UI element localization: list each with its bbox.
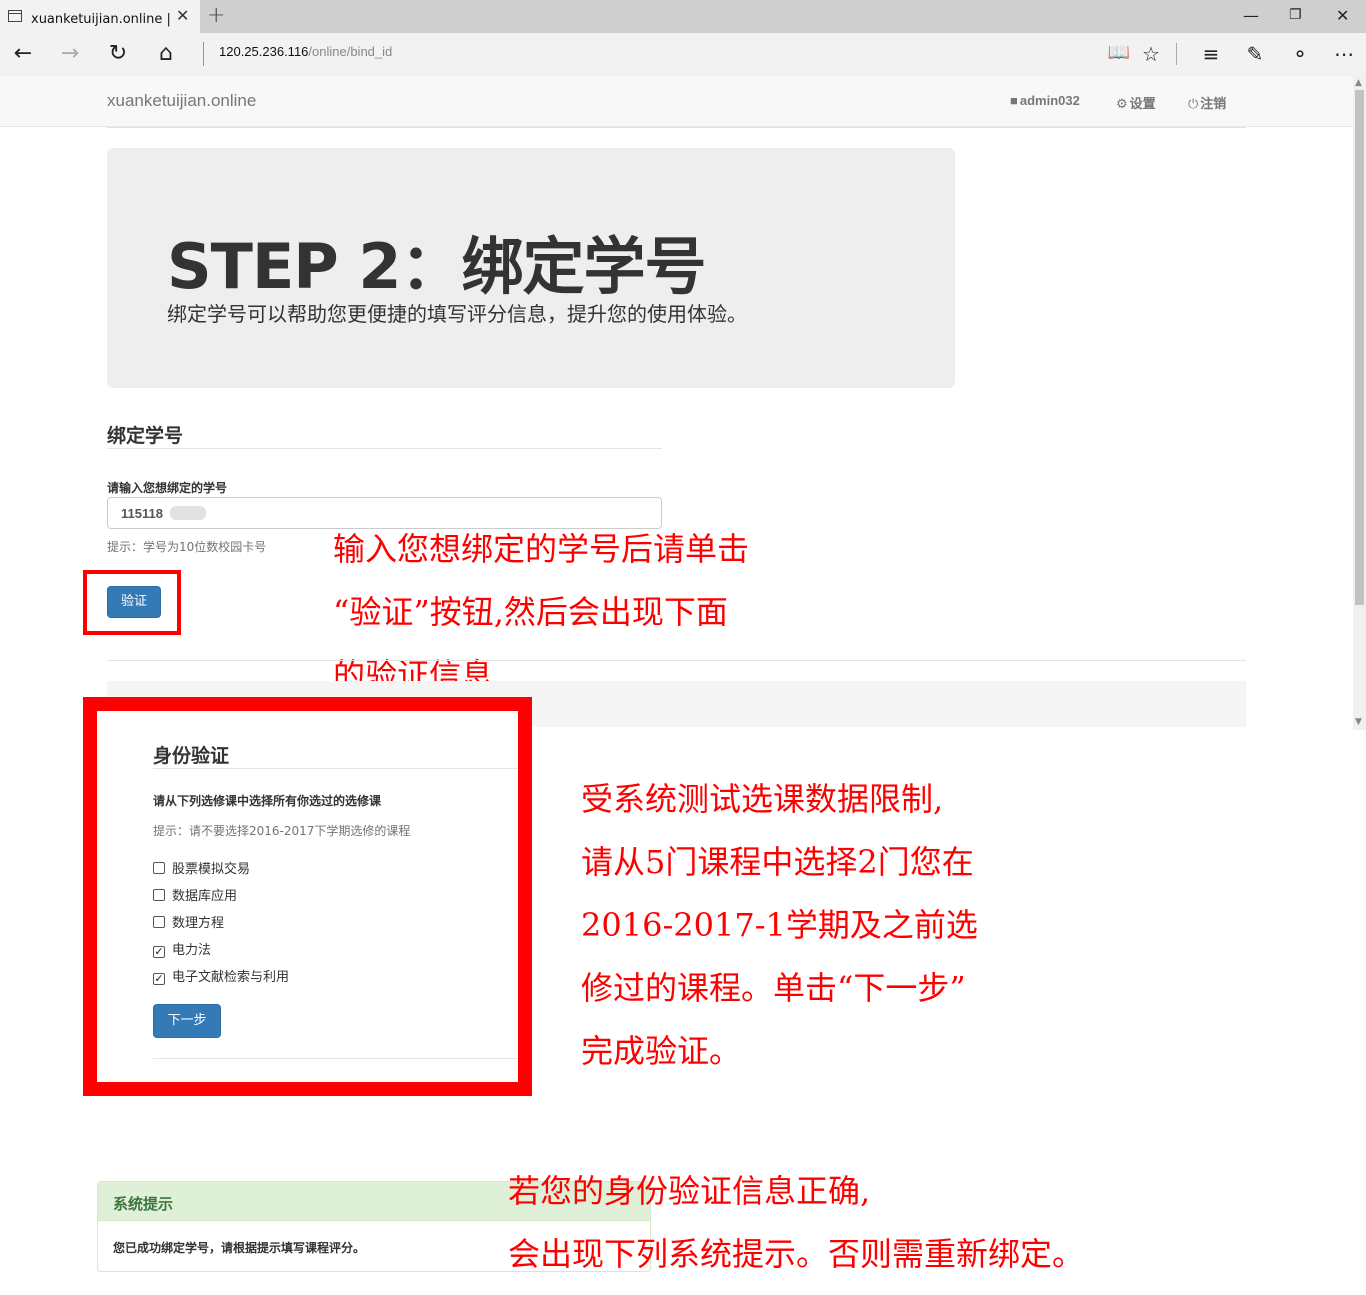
page-scrollbar[interactable]: ▲ ▼: [1353, 76, 1366, 730]
new-tab-button[interactable]: +: [207, 3, 225, 28]
scroll-thumb[interactable]: [1355, 90, 1364, 605]
bind-heading-divider: [107, 448, 662, 449]
annotation-verification-line: 受系统测试选课数据限制,: [581, 780, 944, 818]
restore-icon[interactable]: ❐: [1289, 7, 1302, 23]
home-icon[interactable]: ⌂: [151, 41, 181, 66]
power-icon: ⏻: [1188, 96, 1199, 111]
annotation-verification-line: 请从5门课程中选择2门您在: [581, 843, 974, 881]
annotation-verification: 受系统测试选课数据限制, 请从5门课程中选择2门您在 2016-2017-1学期…: [581, 768, 978, 1083]
annotation-verification-line: 修过的课程。单击“下一步”: [581, 969, 966, 1007]
gear-icon: ⚙: [1116, 96, 1128, 111]
annotation-verify-line: “验证”按钮,然后会出现下面: [333, 593, 728, 631]
annotation-verification-line: 2016-2017-1学期及之前选: [581, 906, 978, 944]
url-host: 120.25.236.116: [219, 44, 309, 59]
scroll-up-icon[interactable]: ▲: [1355, 78, 1362, 88]
web-note-icon[interactable]: ✎: [1240, 42, 1270, 66]
annotation-verify: 输入您想绑定的学号后请单击 “验证”按钮,然后会出现下面 的验证信息: [333, 518, 749, 707]
annotation-verification-line: 完成验证。: [581, 1032, 742, 1070]
annotation-alert-line: 会出现下列系统提示。否则需重新绑定。: [508, 1235, 1085, 1273]
nav-settings[interactable]: ⚙ 设置: [1116, 93, 1156, 112]
section-divider: [107, 660, 1246, 661]
nav-settings-label: 设置: [1129, 96, 1156, 111]
hub-icon[interactable]: ≡: [1196, 42, 1226, 66]
reading-view-icon[interactable]: 📖: [1104, 42, 1134, 63]
scroll-down-icon[interactable]: ▼: [1355, 717, 1362, 727]
user-icon: ■: [1010, 93, 1018, 108]
toolbar-divider: [1176, 43, 1177, 65]
browser-tab[interactable]: xuanketuijian.online | 基 ✕: [0, 0, 200, 33]
favorite-star-icon[interactable]: ☆: [1136, 42, 1166, 66]
page-icon: [8, 10, 22, 22]
alert-title: 系统提示: [113, 1195, 174, 1213]
annotation-alert: 若您的身份验证信息正确, 会出现下列系统提示。否则需重新绑定。: [508, 1160, 1084, 1286]
page-subtitle: 绑定学号可以帮助您更便捷的填写评分信息，提升您的使用体验。: [167, 302, 747, 326]
student-id-help: 提示：学号为10位数校园卡号: [107, 540, 267, 554]
site-brand[interactable]: xuanketuijian.online: [107, 91, 256, 111]
verification-highlight-box: [83, 697, 532, 1096]
redacted-digits: [170, 506, 206, 520]
url-path: /online/bind_id: [308, 44, 393, 59]
student-id-label: 请输入您想绑定的学号: [107, 481, 228, 495]
tab-title: xuanketuijian.online | 基: [31, 12, 171, 27]
close-window-icon[interactable]: ✕: [1336, 6, 1349, 25]
address-bar-row: ← → ↻ ⌂ 120.25.236.116/online/bind_id 📖 …: [0, 33, 1366, 76]
tab-close-icon[interactable]: ✕: [176, 6, 189, 25]
url-field[interactable]: 120.25.236.116/online/bind_id: [219, 44, 392, 59]
verify-highlight-box: [83, 570, 181, 635]
more-icon[interactable]: ⋯: [1329, 42, 1359, 66]
annotation-alert-line: 若您的身份验证信息正确,: [508, 1172, 871, 1210]
jumbotron: STEP 2：绑定学号 绑定学号可以帮助您更便捷的填写评分信息，提升您的使用体验…: [107, 148, 955, 388]
nav-logout[interactable]: ⏻ 注销: [1188, 93, 1226, 112]
back-icon[interactable]: ←: [8, 41, 38, 66]
navbar-underline: [107, 127, 1246, 128]
minimize-icon[interactable]: —: [1243, 6, 1259, 25]
bind-heading: 绑定学号: [107, 425, 184, 447]
refresh-icon[interactable]: ↻: [103, 41, 133, 66]
forward-icon[interactable]: →: [55, 41, 85, 66]
page-title: STEP 2：绑定学号: [167, 230, 706, 303]
alert-message: 您已成功绑定学号，请根据提示填写课程评分。: [113, 1241, 366, 1255]
nav-user[interactable]: ■ admin032: [1010, 93, 1080, 108]
nav-logout-label: 注销: [1200, 96, 1227, 111]
nav-user-label: admin032: [1019, 93, 1080, 108]
share-icon[interactable]: ⚬: [1285, 42, 1315, 66]
browser-tab-bar: xuanketuijian.online | 基 ✕ + — ❐ ✕: [0, 0, 1366, 33]
site-navbar: xuanketuijian.online ■ admin032 ⚙ 设置 ⏻ 注销: [0, 76, 1353, 127]
address-divider: [203, 42, 204, 66]
annotation-verify-line: 输入您想绑定的学号后请单击: [333, 530, 750, 568]
